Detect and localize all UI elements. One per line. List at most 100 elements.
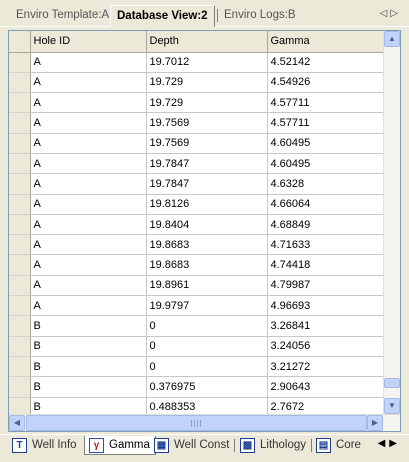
- table-row[interactable]: B 0 3.24056: [9, 336, 385, 357]
- cell-depth[interactable]: 19.8404: [146, 214, 268, 236]
- row-header[interactable]: [9, 356, 31, 378]
- tab-gamma[interactable]: γ Gamma: [84, 436, 156, 455]
- row-header[interactable]: [9, 92, 31, 114]
- table-row[interactable]: A 19.7569 4.60495: [9, 133, 385, 154]
- cell-hole-id[interactable]: A: [30, 52, 147, 73]
- row-header[interactable]: [9, 72, 31, 94]
- tab-lithology[interactable]: ▩ Lithology: [236, 436, 311, 455]
- row-header[interactable]: [9, 376, 31, 398]
- scroll-up-button[interactable]: ▲: [384, 31, 400, 47]
- database-grid[interactable]: Hole ID Depth Gamma A 19.7012 4.52142 A 19.7…: [8, 30, 401, 432]
- cell-gamma[interactable]: 3.26841: [267, 315, 385, 337]
- cell-depth[interactable]: 19.8961: [146, 275, 268, 297]
- horizontal-scrollbar[interactable]: ◀ ▶: [9, 414, 400, 431]
- row-header[interactable]: [9, 214, 31, 236]
- column-header-gamma[interactable]: Gamma: [267, 31, 385, 53]
- cell-depth[interactable]: 0: [146, 315, 268, 337]
- tab-well-const[interactable]: ▦ Well Const: [150, 436, 234, 455]
- tab-scroll-left-icon[interactable]: ◁: [380, 8, 391, 19]
- cell-depth[interactable]: 19.8126: [146, 194, 268, 215]
- column-header-hole-id[interactable]: Hole ID: [30, 31, 147, 53]
- table-row[interactable]: A 19.8404 4.68849: [9, 214, 385, 236]
- cell-hole-id[interactable]: A: [30, 214, 147, 236]
- table-row[interactable]: B 0 3.26841: [9, 315, 385, 337]
- cell-hole-id[interactable]: A: [30, 295, 147, 317]
- cell-gamma[interactable]: 4.60495: [267, 133, 385, 154]
- cell-gamma[interactable]: 4.57711: [267, 92, 385, 114]
- cell-depth[interactable]: 19.7569: [146, 133, 268, 154]
- tab-enviro-logs[interactable]: Enviro Logs:B: [218, 8, 302, 25]
- row-header[interactable]: [9, 133, 31, 154]
- cell-gamma[interactable]: 4.68849: [267, 214, 385, 236]
- cell-depth[interactable]: 0: [146, 356, 268, 378]
- row-header[interactable]: [9, 112, 31, 134]
- tab-scroll-left-icon[interactable]: ◀: [378, 438, 390, 449]
- tab-database-view[interactable]: Database View:2: [110, 5, 215, 27]
- cell-hole-id[interactable]: A: [30, 153, 147, 175]
- cell-depth[interactable]: 19.729: [146, 72, 268, 94]
- cell-depth[interactable]: 19.7012: [146, 52, 268, 73]
- table-row[interactable]: A 19.8126 4.66064: [9, 194, 385, 215]
- cell-gamma[interactable]: 4.6328: [267, 173, 385, 195]
- row-header[interactable]: [9, 336, 31, 357]
- tab-well-info[interactable]: T Well Info: [8, 436, 82, 455]
- cell-gamma[interactable]: 3.24056: [267, 336, 385, 357]
- horizontal-scroll-thumb[interactable]: [26, 415, 367, 431]
- cell-hole-id[interactable]: A: [30, 173, 147, 195]
- row-header[interactable]: [9, 173, 31, 195]
- row-header[interactable]: [9, 295, 31, 317]
- cell-gamma[interactable]: 4.60495: [267, 153, 385, 175]
- vertical-scroll-thumb[interactable]: [384, 377, 400, 388]
- table-row[interactable]: A 19.8961 4.79987: [9, 275, 385, 297]
- cell-hole-id[interactable]: A: [30, 194, 147, 215]
- cell-hole-id[interactable]: A: [30, 254, 147, 276]
- row-header[interactable]: [9, 254, 31, 276]
- tab-core[interactable]: ▤ Core: [312, 436, 366, 455]
- scroll-left-button[interactable]: ◀: [9, 415, 25, 431]
- cell-depth[interactable]: 19.7847: [146, 153, 268, 175]
- row-header[interactable]: [9, 194, 31, 215]
- cell-depth[interactable]: 0.376975: [146, 376, 268, 398]
- cell-depth[interactable]: 19.8683: [146, 254, 268, 276]
- cell-gamma[interactable]: 3.21272: [267, 356, 385, 378]
- row-header[interactable]: [9, 234, 31, 256]
- cell-depth[interactable]: 19.8683: [146, 234, 268, 256]
- cell-gamma[interactable]: 4.74418: [267, 254, 385, 276]
- cell-gamma[interactable]: 4.71633: [267, 234, 385, 256]
- column-header-depth[interactable]: Depth: [146, 31, 268, 53]
- cell-depth[interactable]: 19.729: [146, 92, 268, 114]
- cell-hole-id[interactable]: A: [30, 133, 147, 154]
- cell-gamma[interactable]: 4.54926: [267, 72, 385, 94]
- cell-hole-id[interactable]: B: [30, 336, 147, 357]
- cell-hole-id[interactable]: B: [30, 376, 147, 398]
- cell-gamma[interactable]: 4.57711: [267, 112, 385, 134]
- table-row[interactable]: A 19.729 4.54926: [9, 72, 385, 94]
- cell-gamma[interactable]: 4.66064: [267, 194, 385, 215]
- table-row[interactable]: A 19.7012 4.52142: [9, 52, 385, 73]
- table-row[interactable]: A 19.729 4.57711: [9, 92, 385, 114]
- table-row[interactable]: A 19.8683 4.71633: [9, 234, 385, 256]
- cell-depth[interactable]: 19.7847: [146, 173, 268, 195]
- cell-hole-id[interactable]: A: [30, 275, 147, 297]
- row-header[interactable]: [9, 315, 31, 337]
- cell-hole-id[interactable]: A: [30, 92, 147, 114]
- tab-scroll-right-icon[interactable]: ▷: [390, 8, 401, 19]
- tab-scroll-right-icon[interactable]: ▶: [389, 438, 401, 449]
- table-row[interactable]: A 19.9797 4.96693: [9, 295, 385, 317]
- table-row[interactable]: B 0.376975 2.90643: [9, 376, 385, 398]
- cell-hole-id[interactable]: A: [30, 112, 147, 134]
- row-header[interactable]: [9, 52, 31, 73]
- cell-hole-id[interactable]: A: [30, 72, 147, 94]
- scroll-right-button[interactable]: ▶: [367, 415, 383, 431]
- cell-hole-id[interactable]: B: [30, 315, 147, 337]
- cell-hole-id[interactable]: A: [30, 234, 147, 256]
- cell-gamma[interactable]: 4.52142: [267, 52, 385, 73]
- tab-enviro-template[interactable]: Enviro Template:A: [10, 8, 115, 25]
- table-row[interactable]: A 19.8683 4.74418: [9, 254, 385, 276]
- scroll-down-button[interactable]: ▼: [384, 398, 400, 414]
- vertical-scrollbar[interactable]: ▲ ▼: [383, 31, 400, 414]
- cell-gamma[interactable]: 4.79987: [267, 275, 385, 297]
- table-row[interactable]: A 19.7569 4.57711: [9, 112, 385, 134]
- table-row[interactable]: A 19.7847 4.60495: [9, 153, 385, 175]
- grid-corner-cell[interactable]: [9, 31, 31, 53]
